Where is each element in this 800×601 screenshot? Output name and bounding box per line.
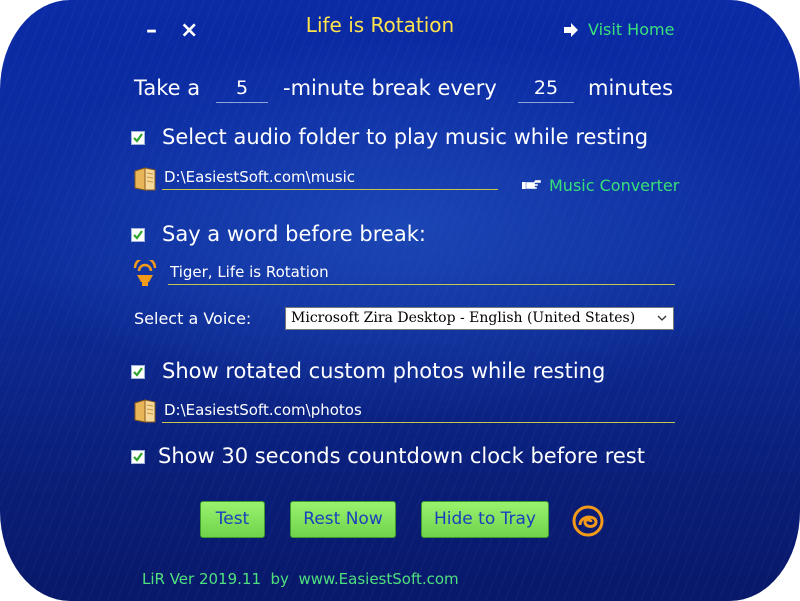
audio-folder-label: Select audio folder to play music while … xyxy=(162,125,649,149)
chevron-down-icon xyxy=(657,315,667,321)
voice-select[interactable]: Microsoft Zira Desktop - English (United… xyxy=(285,307,674,330)
voice-label: Select a Voice: xyxy=(134,309,252,328)
app-logo-icon[interactable] xyxy=(571,504,605,538)
say-word-label: Say a word before break: xyxy=(162,222,426,246)
say-word-text-input[interactable] xyxy=(168,259,675,285)
photos-checkbox[interactable] xyxy=(131,365,145,379)
checkmark-icon xyxy=(133,367,143,377)
say-word-checkbox[interactable] xyxy=(131,228,145,242)
rest-now-button[interactable]: Rest Now xyxy=(290,501,396,538)
arrow-right-icon[interactable] xyxy=(563,22,579,38)
break-suffix-label: minutes xyxy=(588,76,674,100)
pointing-hand-icon[interactable] xyxy=(521,177,543,191)
audio-folder-path-input[interactable] xyxy=(162,165,498,190)
photos-label: Show rotated custom photos while resting xyxy=(162,359,606,383)
hide-to-tray-button[interactable]: Hide to Tray xyxy=(421,501,549,538)
music-converter-link[interactable]: Music Converter xyxy=(549,176,679,195)
visit-home-link[interactable]: Visit Home xyxy=(588,20,674,39)
interval-minutes-input[interactable] xyxy=(518,74,574,103)
audio-folder-checkbox[interactable] xyxy=(131,131,145,145)
folder-icon[interactable] xyxy=(133,398,157,424)
break-prefix-label: Take a xyxy=(134,76,201,100)
break-minutes-input[interactable] xyxy=(216,74,268,103)
footer-version-text: LiR Ver 2019.11 by www.EasiestSoft.com xyxy=(142,570,459,588)
countdown-checkbox[interactable] xyxy=(131,450,145,464)
countdown-label: Show 30 seconds countdown clock before r… xyxy=(158,444,645,468)
voice-select-value: Microsoft Zira Desktop - English (United… xyxy=(291,310,636,326)
checkmark-icon xyxy=(133,133,143,143)
break-middle-label: -minute break every xyxy=(283,76,497,100)
folder-icon[interactable] xyxy=(133,166,157,192)
photos-folder-path-input[interactable] xyxy=(162,397,675,423)
checkmark-icon xyxy=(133,230,143,240)
app-window: – × Life is Rotation Visit Home Take a -… xyxy=(0,0,800,601)
test-button[interactable]: Test xyxy=(200,501,265,538)
checkmark-icon xyxy=(133,452,143,462)
speaker-icon[interactable] xyxy=(132,256,158,288)
